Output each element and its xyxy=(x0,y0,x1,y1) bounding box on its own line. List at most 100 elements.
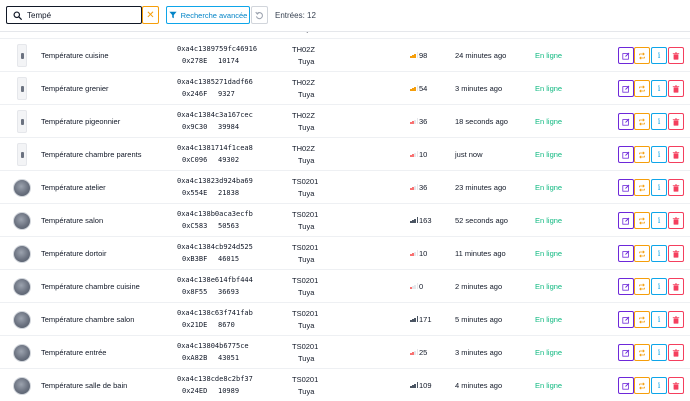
round-sensor-icon xyxy=(13,212,31,230)
table-row[interactable]: Température salon 0xa4c138b0aca3ecfb 0xC… xyxy=(0,204,690,237)
edit-button[interactable] xyxy=(618,278,634,295)
info-button[interactable]: i xyxy=(651,146,667,163)
edit-button[interactable] xyxy=(618,311,634,328)
table-row[interactable]: Température chambre cuisine 0xa4c138e614… xyxy=(0,270,690,303)
edit-button[interactable] xyxy=(618,113,634,130)
device-nwk-address: 0xA82B xyxy=(182,354,208,362)
device-status: En ligne xyxy=(535,117,563,126)
swap-icon xyxy=(639,183,645,192)
info-button[interactable]: i xyxy=(651,377,667,394)
delete-button[interactable] xyxy=(668,245,684,262)
table-row[interactable]: Température entrée 0xa4c13804b6775ce 0xA… xyxy=(0,336,690,369)
device-vendor: Tuya xyxy=(298,189,315,198)
device-status: En ligne xyxy=(535,84,563,93)
reset-filters-button[interactable] xyxy=(251,6,268,24)
signal-strength-icon xyxy=(410,283,419,289)
delete-button[interactable] xyxy=(668,377,684,394)
delete-button[interactable] xyxy=(668,80,684,97)
rename-button[interactable] xyxy=(634,113,650,130)
device-name: Température dortoir xyxy=(41,249,107,258)
table-row[interactable]: Température grenier 0xa4c1385271dadf66 0… xyxy=(0,72,690,105)
delete-button[interactable] xyxy=(668,113,684,130)
edit-button[interactable] xyxy=(618,179,634,196)
rename-button[interactable] xyxy=(634,146,650,163)
edit-button[interactable] xyxy=(618,146,634,163)
rename-button[interactable] xyxy=(634,278,650,295)
rename-button[interactable] xyxy=(634,179,650,196)
table-row[interactable]: Température pigeonnier 0xa4c1384c3a167ce… xyxy=(0,105,690,138)
round-sensor-icon xyxy=(13,278,31,296)
edit-icon xyxy=(622,85,630,93)
rename-button[interactable] xyxy=(634,80,650,97)
device-network-info: 0x278E 10174 xyxy=(182,57,239,65)
device-lqi: 25 xyxy=(419,348,428,357)
device-vendor: Tuya xyxy=(298,321,315,330)
device-lqi: 10 xyxy=(419,249,428,258)
swap-icon xyxy=(639,348,645,357)
search-input[interactable] xyxy=(27,10,137,20)
device-ieee-address: 0xa4c1381714f1cea8 xyxy=(177,144,253,152)
rename-button[interactable] xyxy=(634,245,650,262)
table-row[interactable]: Température dortoir 0xa4c1384cb924d525 0… xyxy=(0,237,690,270)
delete-button[interactable] xyxy=(668,311,684,328)
edit-button[interactable] xyxy=(618,245,634,262)
device-last-seen: 2 minutes ago xyxy=(455,282,503,291)
rename-button[interactable] xyxy=(634,311,650,328)
rename-button[interactable] xyxy=(634,212,650,229)
trash-icon xyxy=(672,249,680,258)
delete-button[interactable] xyxy=(668,212,684,229)
search-box[interactable] xyxy=(6,6,142,24)
table-row[interactable]: Température atelier 0xa4c13823d924ba69 0… xyxy=(0,171,690,204)
device-vendor: Tuya xyxy=(298,123,315,132)
device-model: TS0201 xyxy=(292,210,319,219)
edit-button[interactable] xyxy=(618,344,634,361)
swap-icon xyxy=(639,249,645,258)
device-status: En ligne xyxy=(535,249,563,258)
device-name: Température grenier xyxy=(41,84,109,93)
rect-sensor-icon xyxy=(17,143,27,166)
device-ieee-address: 0xa4c138e614fbf444 xyxy=(177,276,253,284)
edit-button[interactable] xyxy=(618,47,634,64)
device-last-seen: 3 minutes ago xyxy=(455,348,503,357)
edit-button[interactable] xyxy=(618,80,634,97)
device-lqi: 109 xyxy=(419,381,432,390)
rename-button[interactable] xyxy=(634,47,650,64)
info-icon: i xyxy=(657,183,661,192)
info-button[interactable]: i xyxy=(651,80,667,97)
edit-button[interactable] xyxy=(618,212,634,229)
device-vendor: Tuya xyxy=(298,156,315,165)
info-button[interactable]: i xyxy=(651,344,667,361)
filter-icon xyxy=(169,11,177,19)
table-row[interactable]: Température salle de bain 0xa4c138cde8c2… xyxy=(0,369,690,401)
table-row[interactable]: Température chambre parents 0xa4c1381714… xyxy=(0,138,690,171)
info-button[interactable]: i xyxy=(651,113,667,130)
table-row[interactable]: Température cuisine 0xa4c1389759fc46916 … xyxy=(0,39,690,72)
info-icon: i xyxy=(657,117,661,126)
info-button[interactable]: i xyxy=(651,245,667,262)
clear-search-button[interactable]: ✕ xyxy=(142,6,159,24)
swap-icon xyxy=(639,315,645,324)
delete-button[interactable] xyxy=(668,179,684,196)
rename-button[interactable] xyxy=(634,344,650,361)
delete-button[interactable] xyxy=(668,47,684,64)
info-button[interactable]: i xyxy=(651,179,667,196)
device-name: Température salon xyxy=(41,216,104,225)
rename-button[interactable] xyxy=(634,377,650,394)
trash-icon xyxy=(672,84,680,93)
device-network-info: 0x554E 21838 xyxy=(182,189,239,197)
delete-button[interactable] xyxy=(668,344,684,361)
info-button[interactable]: i xyxy=(651,278,667,295)
edit-button[interactable] xyxy=(618,377,634,394)
table-row[interactable]: Température chambre salon 0xa4c138c63f74… xyxy=(0,303,690,336)
delete-button[interactable] xyxy=(668,278,684,295)
info-button[interactable]: i xyxy=(651,212,667,229)
info-button[interactable]: i xyxy=(651,311,667,328)
device-nwk-id: 36693 xyxy=(218,288,240,296)
signal-strength-icon xyxy=(410,184,419,190)
device-nwk-address: 0x24ED xyxy=(182,387,208,395)
device-name: Température pigeonnier xyxy=(41,117,121,126)
info-button[interactable]: i xyxy=(651,47,667,64)
info-icon: i xyxy=(657,216,661,225)
advanced-search-button[interactable]: Recherche avancée xyxy=(166,6,250,24)
delete-button[interactable] xyxy=(668,146,684,163)
